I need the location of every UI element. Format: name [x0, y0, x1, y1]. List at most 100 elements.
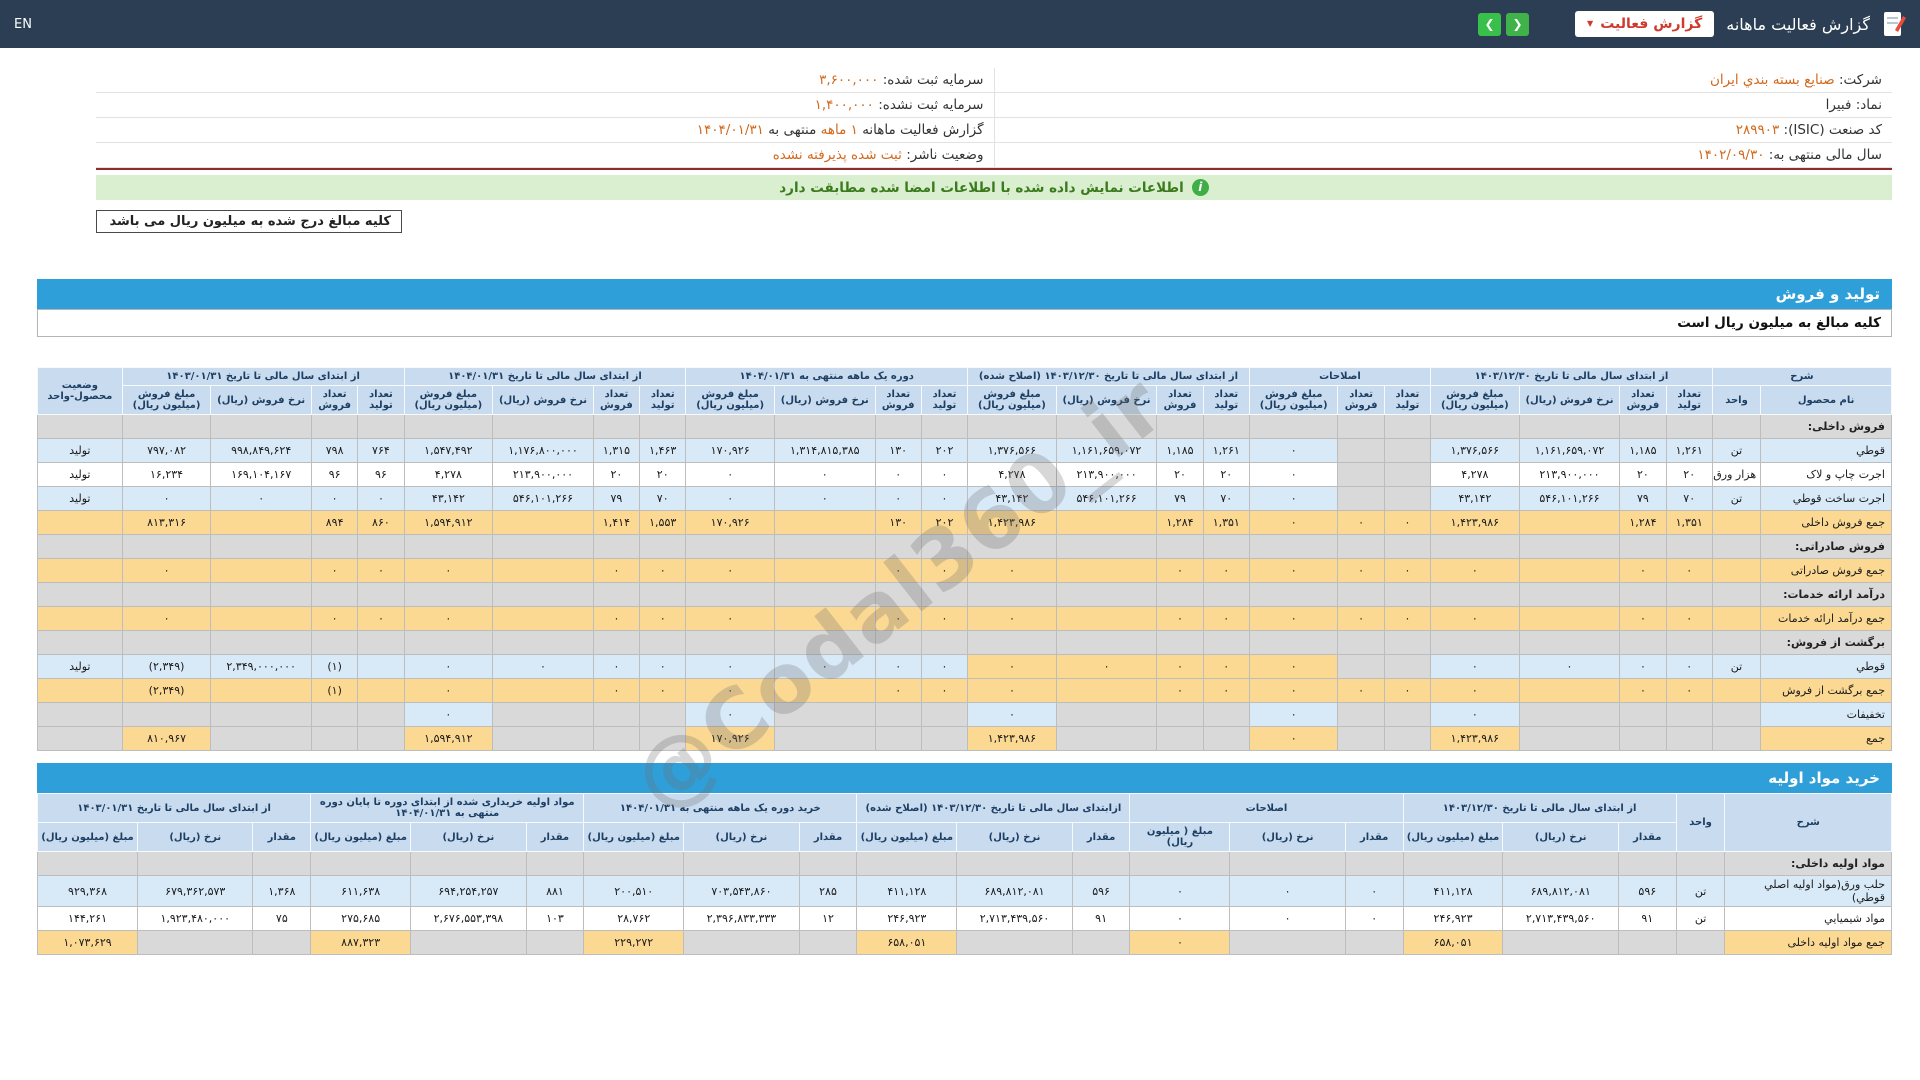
- cell: ۴,۲۷۸: [967, 462, 1057, 487]
- cell: [1055, 702, 1158, 727]
- column-header: مبلغ (میلیون ریال): [856, 822, 958, 852]
- cell: ۰: [685, 654, 775, 679]
- company-name-link[interactable]: صنایع بسته بندي ایران: [1710, 72, 1835, 88]
- cell: [685, 630, 775, 655]
- cell: ۰: [1430, 606, 1520, 631]
- cell: [1229, 930, 1346, 955]
- company-info-table: شرکت: صنایع بسته بندي ایران سرمایه ثبت ش…: [96, 68, 1892, 168]
- cell: [920, 630, 969, 655]
- column-header: تعداد فروش: [874, 385, 922, 415]
- column-header: تعداد تولید: [639, 385, 687, 415]
- cell: [1617, 851, 1677, 876]
- cell: [1055, 558, 1158, 583]
- cell: ۰: [403, 654, 494, 679]
- field-label: سال مالی منتهی به:: [1768, 147, 1882, 163]
- info-row: شرکت: صنایع بسته بندي ایران سرمایه ثبت ش…: [96, 68, 1892, 93]
- info-row: سال مالی منتهی به: ۱۴۰۲/۰۹/۳۰ وضعیت ناشر…: [96, 142, 1892, 168]
- cell: تن: [1711, 438, 1762, 463]
- column-header: واحد: [1675, 793, 1726, 852]
- cell: ۴۳,۱۴۲: [403, 486, 494, 511]
- cell: [1518, 606, 1621, 631]
- cell: ۰: [310, 486, 359, 511]
- cell: ۰: [1248, 438, 1339, 463]
- cell: ۲۸۵: [798, 875, 858, 907]
- cell: تولید: [37, 462, 123, 487]
- cell: [37, 582, 123, 607]
- cell: [639, 582, 687, 607]
- cell: [492, 726, 594, 751]
- cell: ۰: [639, 654, 687, 679]
- cell: تن: [1711, 654, 1762, 679]
- cell: [639, 726, 687, 751]
- cell: ۰: [1248, 558, 1339, 583]
- cell: [525, 930, 585, 955]
- cell: [357, 630, 405, 655]
- cell: [1711, 558, 1762, 583]
- cell: [410, 930, 527, 955]
- cell: ۱,۱۶۱,۶۵۹,۰۷۲: [1055, 438, 1158, 463]
- cell: ۴۱۱,۱۲۸: [1402, 875, 1504, 907]
- symbol-field: نماد: فبیرا: [994, 92, 1892, 118]
- language-toggle[interactable]: EN: [14, 17, 32, 32]
- cell: [37, 630, 123, 655]
- cell: [1055, 414, 1158, 439]
- cell: ۰: [874, 558, 922, 583]
- table-row: تخفیفات ۰ ۰ ۰ ۰ ۰: [37, 702, 1892, 727]
- cell: ۰: [1430, 654, 1520, 679]
- cell: ۰: [1430, 678, 1520, 703]
- cell: [1337, 702, 1385, 727]
- cell: ۱۲: [798, 906, 858, 931]
- cell: ۰: [920, 678, 969, 703]
- cell: [210, 606, 312, 631]
- cell: قوطي: [1760, 438, 1892, 463]
- cell: ۲۰: [639, 462, 687, 487]
- cell: ۰: [1248, 654, 1339, 679]
- cell: ۵۹۶: [1071, 875, 1131, 907]
- cell: ۰: [1619, 678, 1667, 703]
- cell: ۱۷۰,۹۲۶: [685, 510, 775, 535]
- cell: [492, 630, 594, 655]
- info-icon: i: [1191, 179, 1209, 196]
- cell: [685, 582, 775, 607]
- cell: [36, 851, 139, 876]
- cell: اجرت چاپ و لاک: [1760, 462, 1892, 487]
- cell: [1502, 930, 1619, 955]
- cell: ۰: [1055, 654, 1158, 679]
- cell: [773, 606, 876, 631]
- cell: ۲,۷۱۳,۴۳۹,۵۶۰: [956, 906, 1073, 931]
- table-row: جمع فروش داخلی ۱,۳۵۱ ۱,۲۸۴ ۱,۴۲۳,۹۸۶ ۰ ۰ ۰ ۱,۳۵…: [37, 510, 1892, 535]
- cell: ۰: [685, 606, 775, 631]
- cell: ۱,۹۲۳,۴۸۰,۰۰۰: [137, 906, 254, 931]
- previous-report-arrow-button[interactable]: ❯: [1478, 12, 1502, 36]
- cell: ۰: [967, 654, 1057, 679]
- cell: [1383, 630, 1432, 655]
- column-header: مبلغ ( میلیون ریال): [1129, 822, 1231, 852]
- cell: [37, 702, 123, 727]
- cell: ۰: [1383, 678, 1432, 703]
- column-header: مقدار: [525, 822, 585, 852]
- cell: ۲,۶۷۶,۵۵۳,۳۹۸: [410, 906, 527, 931]
- cell: ۰: [773, 486, 876, 511]
- cell: قوطي: [1760, 654, 1892, 679]
- cell: [403, 534, 494, 559]
- report-type-dropdown[interactable]: گزارش فعالیت ▼: [1575, 11, 1715, 37]
- cell: [1711, 534, 1762, 559]
- cell: [1156, 726, 1204, 751]
- cell: ۰: [357, 558, 405, 583]
- cell: [592, 582, 641, 607]
- cell: ۰: [121, 486, 212, 511]
- cell: ۲,۳۹۶,۸۳۳,۳۳۳: [683, 906, 800, 931]
- cell: ۰: [210, 486, 312, 511]
- field-value: ۲۸۹۹۰۳: [1735, 122, 1780, 138]
- next-report-arrow-button[interactable]: ❮: [1506, 12, 1530, 36]
- cell: [1711, 726, 1762, 751]
- cell: ۰: [403, 678, 494, 703]
- section-label-cell: درآمد ارائه خدمات:: [1760, 582, 1892, 607]
- cell: ۰: [920, 558, 969, 583]
- table-row: قوطي تن ۱,۲۶۱ ۱,۱۸۵ ۱,۱۶۱,۶۵۹,۰۷۲ ۱,۳۷۶,۵۶۶ ۰ ۱…: [37, 438, 1892, 463]
- cell: (۲,۳۴۹): [121, 678, 212, 703]
- cell: [1665, 534, 1713, 559]
- cell: [1129, 851, 1231, 876]
- cell: [639, 534, 687, 559]
- header-sub-row: نام محصول واحد تعداد تولید تعداد فروش نرخ فر…: [38, 385, 1892, 415]
